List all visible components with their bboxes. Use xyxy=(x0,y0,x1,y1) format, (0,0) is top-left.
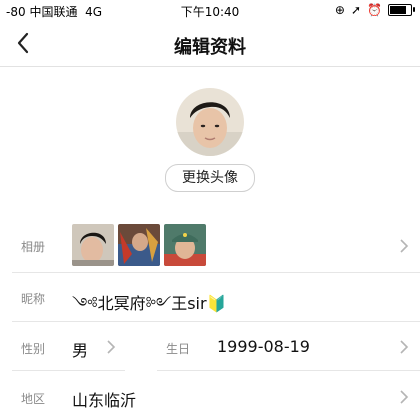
chevron-right-icon xyxy=(107,340,116,354)
album-row[interactable] xyxy=(0,214,420,274)
navigation-bar: 编辑资料 xyxy=(0,22,420,67)
photo-image xyxy=(118,224,160,266)
avatar-image xyxy=(176,88,244,156)
region-value: 山东临沂 xyxy=(72,391,137,410)
chevron-right-icon xyxy=(400,239,409,253)
album-photo-2[interactable] xyxy=(118,224,160,266)
photo-image xyxy=(164,224,206,266)
battery-level xyxy=(390,6,407,14)
album-photo-3[interactable] xyxy=(164,224,206,266)
gender-label: 性别 xyxy=(21,342,46,356)
battery-icon xyxy=(388,4,415,16)
change-avatar-button[interactable]: 更换头像 xyxy=(165,164,255,192)
album-photo-1[interactable] xyxy=(72,224,114,266)
alarm-clock-icon: ⏰ xyxy=(367,3,382,17)
status-right: ⊕ ➚ ⏰ xyxy=(334,3,415,17)
birthday-label: 生日 xyxy=(166,342,191,356)
region-row[interactable] xyxy=(0,371,420,420)
gender-value[interactable]: 男 xyxy=(72,337,88,361)
gender-birthday-row xyxy=(0,322,420,370)
avatar[interactable] xyxy=(176,88,244,156)
rotation-lock-icon: ⊕ xyxy=(334,3,345,17)
chevron-right-icon xyxy=(400,340,409,354)
nickname-label: 昵称 xyxy=(21,292,46,306)
photo-image xyxy=(72,224,114,266)
page-title: 编辑资料 xyxy=(174,37,246,58)
region-label: 地区 xyxy=(21,392,46,406)
birthday-value[interactable]: 1999-08-19 xyxy=(217,337,310,356)
status-bar: -80 中国联通 4G 下午10:40 ⊕ ➚ ⏰ xyxy=(0,0,420,22)
location-arrow-icon: ➚ xyxy=(350,3,362,17)
chevron-right-icon xyxy=(400,390,409,404)
album-label: 相册 xyxy=(21,240,46,254)
